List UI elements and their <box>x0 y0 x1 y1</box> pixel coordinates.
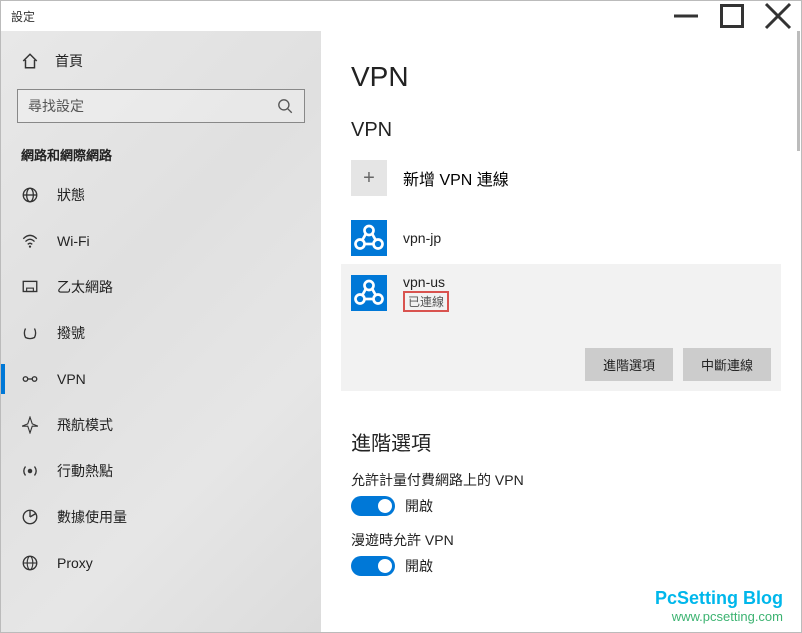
vpn-status-badge: 已連線 <box>403 291 449 312</box>
sidebar-item-hotspot[interactable]: 行動熱點 <box>1 448 321 494</box>
sidebar-item-label: Proxy <box>57 555 93 571</box>
hotspot-icon <box>21 462 39 480</box>
home-label: 首頁 <box>55 51 83 71</box>
sidebar-item-vpn[interactable]: VPN <box>1 356 321 402</box>
window-title: 設定 <box>11 8 35 25</box>
sidebar-item-label: 撥號 <box>57 323 85 343</box>
sidebar-item-label: Wi-Fi <box>57 233 90 249</box>
search-icon <box>276 97 294 115</box>
advanced-options-button[interactable]: 進階選項 <box>585 348 673 381</box>
airplane-icon <box>21 416 39 434</box>
sidebar-item-status[interactable]: 狀態 <box>1 172 321 218</box>
vpn-connection-item-selected[interactable]: vpn-us 已連線 進階選項 中斷連線 <box>341 264 781 391</box>
sidebar: 首頁 尋找設定 網路和網際網路 狀態 Wi-Fi 乙太網路 撥號 VPN <box>1 31 321 632</box>
vpn-name: vpn-jp <box>403 230 441 246</box>
vpn-connection-icon <box>351 220 387 256</box>
status-icon <box>21 186 39 204</box>
advanced-heading: 進階選項 <box>351 427 801 456</box>
vpn-name: vpn-us <box>403 274 449 290</box>
roaming-vpn-label: 漫遊時允許 VPN <box>351 530 801 550</box>
vpn-section-heading: VPN <box>351 119 801 142</box>
add-vpn-button[interactable]: + 新增 VPN 連線 <box>351 154 801 202</box>
section-title: 網路和網際網路 <box>1 139 321 172</box>
vpn-actions: 進階選項 中斷連線 <box>351 348 771 381</box>
metered-vpn-label: 允許計量付費網路上的 VPN <box>351 470 801 490</box>
add-vpn-label: 新增 VPN 連線 <box>403 166 509 190</box>
ethernet-icon <box>21 278 39 296</box>
watermark: PcSetting Blog www.pcsetting.com <box>655 588 783 624</box>
sidebar-item-label: 飛航模式 <box>57 415 113 435</box>
watermark-url: www.pcsetting.com <box>655 609 783 624</box>
vpn-connection-icon <box>351 275 387 311</box>
maximize-button[interactable] <box>709 1 755 31</box>
page-title: VPN <box>351 61 801 93</box>
disconnect-button[interactable]: 中斷連線 <box>683 348 771 381</box>
sidebar-item-label: 乙太網路 <box>57 277 113 297</box>
sidebar-item-airplane[interactable]: 飛航模式 <box>1 402 321 448</box>
search-input[interactable]: 尋找設定 <box>17 89 305 123</box>
sidebar-item-label: 狀態 <box>57 185 85 205</box>
window-controls <box>663 1 801 31</box>
main-content: VPN VPN + 新增 VPN 連線 vpn-jp vpn-us 已連線 進階… <box>321 31 801 632</box>
sidebar-item-label: 行動熱點 <box>57 461 113 481</box>
proxy-icon <box>21 554 39 572</box>
home-button[interactable]: 首頁 <box>1 41 321 89</box>
dialup-icon <box>21 324 39 342</box>
sidebar-item-ethernet[interactable]: 乙太網路 <box>1 264 321 310</box>
close-button[interactable] <box>755 1 801 31</box>
search-placeholder: 尋找設定 <box>28 96 84 116</box>
wifi-icon <box>21 232 39 250</box>
sidebar-item-dialup[interactable]: 撥號 <box>1 310 321 356</box>
sidebar-item-label: 數據使用量 <box>57 507 127 527</box>
watermark-title: PcSetting Blog <box>655 588 783 609</box>
datausage-icon <box>21 508 39 526</box>
sidebar-item-proxy[interactable]: Proxy <box>1 540 321 586</box>
vpn-connection-item[interactable]: vpn-jp <box>351 212 801 264</box>
sidebar-item-label: VPN <box>57 371 86 387</box>
plus-icon: + <box>351 160 387 196</box>
roaming-vpn-toggle[interactable] <box>351 556 395 576</box>
minimize-button[interactable] <box>663 1 709 31</box>
home-icon <box>21 52 39 70</box>
sidebar-item-datausage[interactable]: 數據使用量 <box>1 494 321 540</box>
vpn-icon <box>21 370 39 388</box>
sidebar-item-wifi[interactable]: Wi-Fi <box>1 218 321 264</box>
metered-vpn-toggle[interactable] <box>351 496 395 516</box>
toggle-state-label: 開啟 <box>405 556 433 576</box>
toggle-state-label: 開啟 <box>405 496 433 516</box>
